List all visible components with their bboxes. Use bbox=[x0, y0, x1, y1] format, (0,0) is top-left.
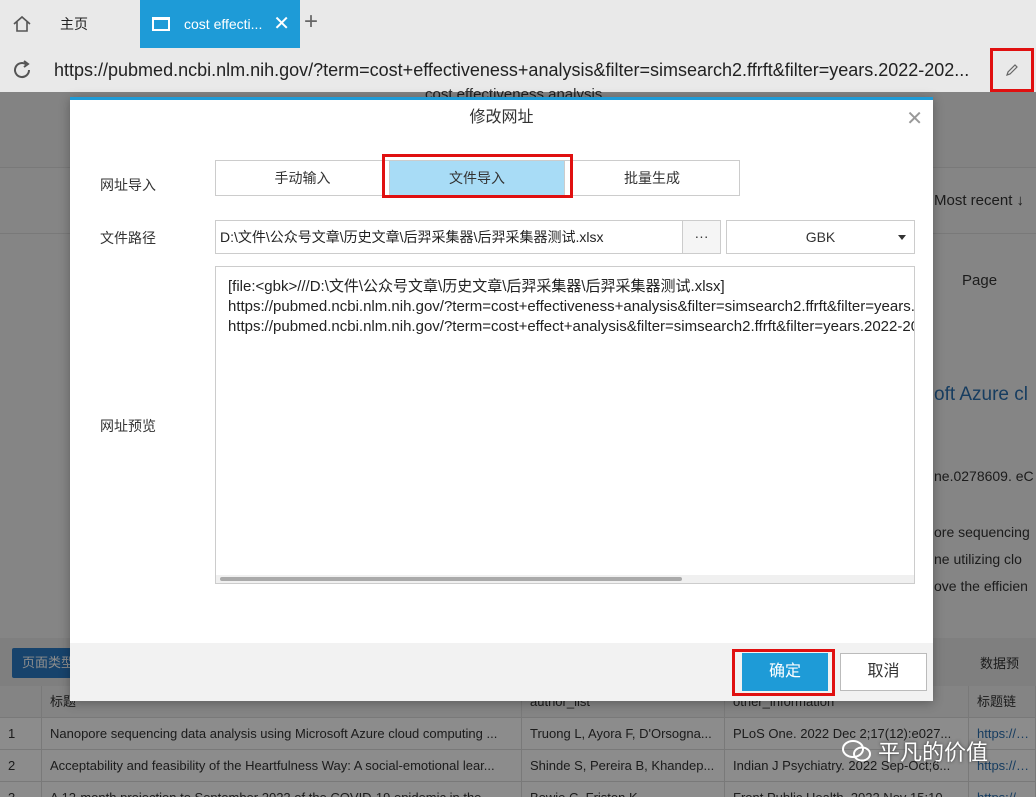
tab-batch-generate[interactable]: 批量生成 bbox=[564, 161, 739, 195]
confirm-button[interactable]: 确定 bbox=[742, 653, 828, 691]
tab-home-page[interactable]: 主页 bbox=[44, 0, 140, 48]
edit-url-button[interactable] bbox=[990, 48, 1034, 92]
home-tab-button[interactable] bbox=[0, 0, 44, 48]
home-icon bbox=[13, 15, 31, 32]
url-preview-textarea[interactable]: [file:<gbk>///D:\文件\公众号文章\历史文章\后羿采集器\后羿采… bbox=[215, 266, 915, 584]
file-path-input[interactable]: D:\文件\公众号文章\历史文章\后羿采集器\后羿采集器测试.xlsx bbox=[215, 220, 683, 254]
tab-manual-input[interactable]: 手动输入 bbox=[216, 161, 390, 195]
reload-icon[interactable] bbox=[10, 58, 34, 82]
wechat-icon bbox=[842, 740, 871, 762]
tab-active-label: cost effecti... bbox=[184, 16, 263, 32]
scrollbar-thumb[interactable] bbox=[220, 577, 682, 581]
highlight-box bbox=[382, 154, 573, 198]
edit-url-dialog: 修改网址 ✕ 网址导入 手动输入 文件导入 批量生成 文件路径 D:\文件\公众… bbox=[70, 97, 933, 701]
add-tab-button[interactable]: + bbox=[304, 8, 318, 36]
encoding-select[interactable]: GBK bbox=[726, 220, 915, 254]
encoding-value: GBK bbox=[805, 229, 836, 245]
tab-home-label: 主页 bbox=[60, 16, 88, 32]
tab-active[interactable]: cost effecti... ✕ bbox=[140, 0, 300, 48]
url-preview-label: 网址预览 bbox=[100, 418, 156, 434]
close-icon[interactable]: ✕ bbox=[906, 106, 923, 131]
pencil-icon bbox=[1006, 64, 1018, 76]
window-icon bbox=[152, 17, 170, 31]
cancel-button[interactable]: 取消 bbox=[840, 653, 927, 691]
caret-down-icon bbox=[898, 235, 906, 240]
close-icon[interactable]: ✕ bbox=[273, 14, 290, 34]
watermark-text: 平凡的价值 bbox=[878, 740, 989, 765]
preview-line: https://pubmed.ncbi.nlm.nih.gov/?term=co… bbox=[228, 318, 915, 335]
horizontal-scrollbar[interactable] bbox=[216, 575, 914, 583]
browse-button[interactable]: ··· bbox=[683, 220, 721, 254]
preview-line: https://pubmed.ncbi.nlm.nih.gov/?term=co… bbox=[228, 298, 915, 315]
dialog-title: 修改网址 bbox=[469, 109, 534, 126]
file-path-label: 文件路径 bbox=[100, 230, 156, 246]
preview-line: [file:<gbk>///D:\文件\公众号文章\历史文章\后羿采集器\后羿采… bbox=[228, 278, 725, 295]
watermark: 平凡的价值 bbox=[842, 735, 988, 767]
tab-bar: 主页 cost effecti... ✕ + bbox=[0, 0, 1036, 48]
url-import-label: 网址导入 bbox=[100, 177, 156, 193]
